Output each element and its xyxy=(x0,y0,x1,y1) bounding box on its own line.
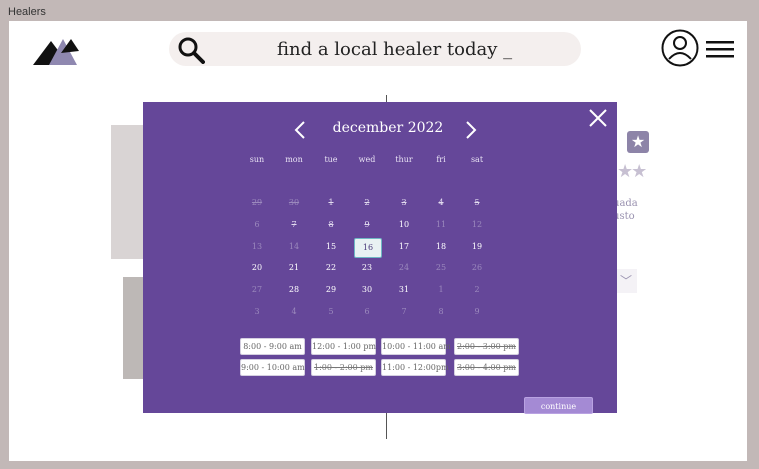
calendar-day: 2 xyxy=(474,285,480,294)
logo-icon[interactable] xyxy=(33,35,81,67)
calendar-day[interactable]: 18 xyxy=(424,241,458,253)
profile-icon[interactable] xyxy=(661,29,699,67)
weekday-label: mon xyxy=(285,155,303,164)
calendar-day[interactable]: 10 xyxy=(387,219,421,231)
menu-icon[interactable] xyxy=(706,39,734,59)
continue-button[interactable]: continue xyxy=(524,397,593,414)
calendar-day: 8 xyxy=(328,220,334,229)
calendar-day: 9 xyxy=(474,307,480,316)
calendar-day[interactable]: 31 xyxy=(387,284,421,296)
chevron-down-icon: ﹀ xyxy=(615,269,637,293)
calendar-day: 7 xyxy=(401,307,407,316)
time-slot[interactable]: 10:00 - 11:00 am xyxy=(381,338,451,355)
calendar-day: 13 xyxy=(251,242,263,251)
calendar-day[interactable]: 21 xyxy=(277,262,311,274)
calendar-day: 5 xyxy=(474,198,480,207)
weekday-label: wed xyxy=(358,155,376,164)
calendar-day: 30 xyxy=(288,198,300,207)
time-slot[interactable]: 9:00 - 10:00 am xyxy=(240,359,305,376)
time-slot: 2:00 - 3:00 pm xyxy=(454,338,519,355)
calendar-day[interactable]: 20 xyxy=(240,262,274,274)
time-slot: 3:00 - 4:00 pm xyxy=(454,359,519,376)
calendar-day: 7 xyxy=(291,220,297,229)
weekday-label: sat xyxy=(470,155,484,164)
calendar-day: 14 xyxy=(288,242,300,251)
weekday-label: fri xyxy=(436,155,446,164)
calendar-day: 27 xyxy=(251,285,263,294)
calendar-day: 9 xyxy=(364,220,370,229)
calendar-day[interactable]: 15 xyxy=(314,241,348,253)
calendar-day: 25 xyxy=(435,263,447,272)
weekday-label: thur xyxy=(395,155,413,164)
rating-stars: ★★ xyxy=(617,161,647,182)
calendar-day: 6 xyxy=(364,307,370,316)
calendar-day[interactable]: 17 xyxy=(387,241,421,253)
calendar-day-selected[interactable]: 16 xyxy=(354,238,382,258)
search-bar[interactable]: find a local healer today _ xyxy=(169,32,581,66)
calendar-day[interactable]: 22 xyxy=(314,262,348,274)
weekday-label: sun xyxy=(249,155,265,164)
calendar-day[interactable]: 28 xyxy=(277,284,311,296)
window-title: Healers xyxy=(8,6,46,18)
calendar-day: 3 xyxy=(254,307,260,316)
time-slot: 1:00 - 2:00 pm xyxy=(311,359,376,376)
calendar-day: 11 xyxy=(435,220,447,229)
calendar-day: 8 xyxy=(438,307,444,316)
app-page: find a local healer today _ ★ ★★ uada us… xyxy=(9,21,747,461)
calendar-day: 12 xyxy=(471,220,483,229)
star-icon: ★ xyxy=(627,131,649,153)
calendar-day: 26 xyxy=(471,263,483,272)
close-icon[interactable] xyxy=(587,107,609,129)
time-slot[interactable]: 8:00 - 9:00 am xyxy=(240,338,305,355)
calendar-month: december 2022 xyxy=(332,120,444,136)
time-slot[interactable]: 11:00 - 12:00pm xyxy=(381,359,449,376)
time-slot[interactable]: 12:00 - 1:00 pm xyxy=(311,338,376,355)
chevron-right-icon[interactable] xyxy=(464,120,478,140)
calendar-day: 4 xyxy=(438,198,444,207)
booking-modal: december 2022 sun mon tue wed thur fri sat 29 30… xyxy=(143,102,617,414)
calendar-day[interactable]: 23 xyxy=(350,262,384,274)
calendar-day: 4 xyxy=(291,307,297,316)
calendar-day[interactable]: 19 xyxy=(460,241,494,253)
calendar-day: 6 xyxy=(254,220,260,229)
calendar-day: 24 xyxy=(398,263,410,272)
calendar-day: 2 xyxy=(364,198,370,207)
calendar-day: 1 xyxy=(328,198,334,207)
calendar-day[interactable]: 29 xyxy=(314,284,348,296)
weekday-label: tue xyxy=(324,155,338,164)
calendar-day: 29 xyxy=(251,198,263,207)
search-input[interactable]: find a local healer today _ xyxy=(277,39,512,60)
chevron-left-icon[interactable] xyxy=(293,120,307,140)
search-icon[interactable] xyxy=(177,36,205,64)
calendar-day[interactable]: 30 xyxy=(350,284,384,296)
calendar-day: 3 xyxy=(401,198,407,207)
calendar-day: 1 xyxy=(438,285,444,294)
calendar-day: 5 xyxy=(328,307,334,316)
